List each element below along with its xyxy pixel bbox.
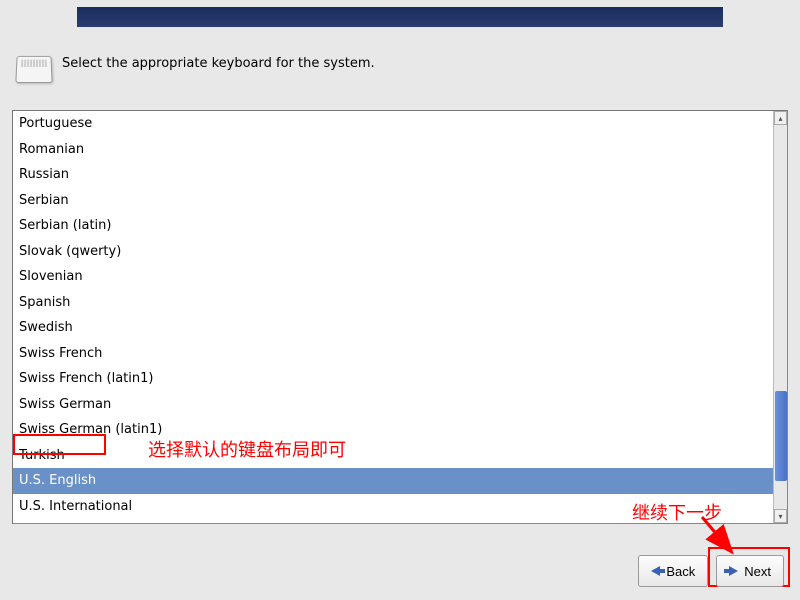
list-item[interactable]: Swiss German: [13, 392, 773, 418]
scrollbar[interactable]: ▴ ▾: [773, 111, 787, 523]
footer-buttons: Back Next: [638, 555, 784, 587]
next-button-label: Next: [744, 564, 771, 579]
keyboard-layout-list: PortugueseRomanianRussianSerbianSerbian …: [12, 110, 788, 524]
list-item[interactable]: Serbian (latin): [13, 213, 773, 239]
list-item[interactable]: U.S. International: [13, 494, 773, 520]
scroll-thumb[interactable]: [775, 391, 787, 481]
keyboard-icon: [15, 56, 52, 83]
list-item[interactable]: Slovenian: [13, 264, 773, 290]
list-item[interactable]: Russian: [13, 162, 773, 188]
scroll-down-button[interactable]: ▾: [774, 509, 787, 523]
back-button[interactable]: Back: [638, 555, 708, 587]
list-item[interactable]: Turkish: [13, 443, 773, 469]
instruction-row: Select the appropriate keyboard for the …: [16, 55, 375, 83]
arrow-right-icon: [729, 566, 738, 576]
list-item[interactable]: Swiss German (latin1): [13, 417, 773, 443]
list-item[interactable]: Spanish: [13, 290, 773, 316]
list-item[interactable]: Ukrainian: [13, 519, 773, 523]
scroll-up-button[interactable]: ▴: [774, 111, 787, 125]
list-item[interactable]: Serbian: [13, 188, 773, 214]
list-item[interactable]: U.S. English: [13, 468, 773, 494]
list-item[interactable]: Slovak (qwerty): [13, 239, 773, 265]
arrow-left-icon: [651, 566, 660, 576]
header-bar: [77, 7, 723, 27]
instruction-text: Select the appropriate keyboard for the …: [62, 55, 375, 73]
list-item[interactable]: Swiss French (latin1): [13, 366, 773, 392]
list-content[interactable]: PortugueseRomanianRussianSerbianSerbian …: [13, 111, 773, 523]
list-item[interactable]: Romanian: [13, 137, 773, 163]
list-item[interactable]: Portuguese: [13, 111, 773, 137]
list-item[interactable]: Swiss French: [13, 341, 773, 367]
next-button[interactable]: Next: [716, 555, 784, 587]
back-button-label: Back: [666, 564, 695, 579]
list-item[interactable]: Swedish: [13, 315, 773, 341]
